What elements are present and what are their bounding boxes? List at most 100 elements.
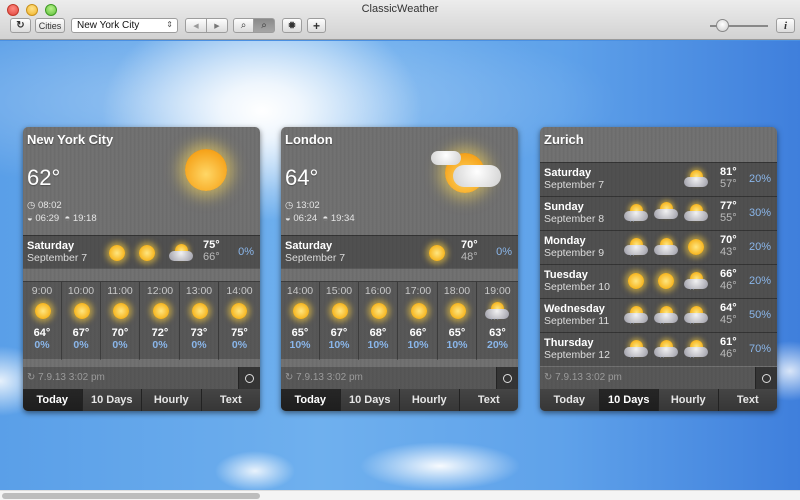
day-date: September 9 bbox=[544, 247, 605, 259]
hour-column: 15:00 67° 10% bbox=[320, 282, 359, 360]
hour-precipitation: 0% bbox=[73, 339, 89, 351]
tab-today[interactable]: Today bbox=[540, 389, 600, 411]
forecast-day-row: Wednesday September 11 '' '' '' 64° 45° 50% bbox=[540, 298, 777, 332]
tab-today[interactable]: Today bbox=[281, 389, 341, 411]
tab-today[interactable]: Today bbox=[23, 389, 83, 411]
circle-icon bbox=[762, 373, 771, 383]
tab-text[interactable]: Text bbox=[718, 389, 777, 411]
hour-precipitation: 0% bbox=[152, 339, 168, 351]
zoom-out-button[interactable]: ⌕ bbox=[253, 18, 275, 33]
day-name: Saturday bbox=[285, 240, 333, 252]
city-select[interactable]: New York City ⇕ bbox=[71, 18, 178, 33]
zoom-out-icon: ⌕ bbox=[261, 20, 267, 31]
day-name: Saturday bbox=[544, 167, 592, 179]
showers-icon: '' bbox=[684, 306, 708, 329]
sunny-icon bbox=[153, 303, 169, 319]
info-button[interactable]: i bbox=[776, 18, 795, 33]
refresh-icon: ↻ bbox=[544, 372, 553, 383]
horizontal-scrollbar[interactable] bbox=[0, 490, 800, 500]
tab-hourly[interactable]: Hourly bbox=[142, 389, 202, 411]
hour-column: 13:00 73° 0% bbox=[180, 282, 219, 360]
day-date: September 11 bbox=[544, 315, 610, 327]
hour-column: 17:00 66° 10% bbox=[399, 282, 438, 360]
tab-10-days[interactable]: 10 Days bbox=[82, 389, 142, 411]
high-temperature: 77° bbox=[720, 200, 737, 212]
hour-precipitation: 10% bbox=[289, 339, 311, 351]
low-temperature: 55° bbox=[720, 212, 737, 224]
current-temperature: 62° bbox=[27, 165, 61, 190]
refresh-button[interactable]: ↻ bbox=[10, 18, 31, 33]
window-title: ClassicWeather bbox=[361, 3, 439, 15]
partly-cloudy-icon bbox=[169, 244, 193, 261]
precipitation-chance: 20% bbox=[748, 173, 771, 185]
hour-temperature: 63° bbox=[489, 327, 506, 339]
tab-text[interactable]: Text bbox=[201, 389, 260, 411]
high-temperature: 81° bbox=[720, 166, 737, 178]
hour-label: 11:00 bbox=[107, 285, 133, 297]
day-name: Thursday bbox=[544, 337, 594, 349]
tab-text[interactable]: Text bbox=[459, 389, 518, 411]
tab-10-days[interactable]: 10 Days bbox=[340, 389, 400, 411]
weather-widget-zurich: Zurich Saturday September 7 81° 57° 20% Sun… bbox=[540, 127, 777, 411]
tab-hourly[interactable]: Hourly bbox=[400, 389, 460, 411]
tab-hourly[interactable]: Hourly bbox=[659, 389, 719, 411]
day-name: Tuesday bbox=[544, 269, 588, 281]
day-date: September 12 bbox=[544, 349, 610, 361]
forward-button[interactable]: ▶ bbox=[206, 18, 228, 33]
select-arrows-icon: ⇕ bbox=[166, 20, 173, 29]
hour-precipitation: 0% bbox=[191, 339, 207, 351]
precipitation-chance: 20% bbox=[748, 241, 771, 253]
hour-temperature: 75° bbox=[231, 327, 248, 339]
sunrise-icon: ◒ bbox=[27, 213, 33, 224]
showers-icon: '' bbox=[624, 306, 648, 329]
partly-cloudy-icon bbox=[654, 238, 678, 255]
hour-column: 9:00 64° 0% bbox=[23, 282, 62, 360]
last-updated-text: ↻ 7.9.13 3:02 pm bbox=[544, 372, 622, 383]
high-temperature: 66° bbox=[720, 268, 737, 280]
widget-options-button[interactable] bbox=[755, 367, 777, 389]
last-updated-text: ↻ 7.9.13 3:02 pm bbox=[285, 372, 363, 383]
scrollbar-thumb[interactable] bbox=[2, 493, 260, 499]
sun-times: ◒ 06:24 ◓ 19:34 bbox=[285, 213, 355, 224]
last-updated-bar: ↻ 7.9.13 3:02 pm bbox=[540, 367, 777, 389]
hour-label: 15:00 bbox=[325, 285, 353, 297]
showers-icon: ''' bbox=[485, 302, 509, 325]
precipitation-chance: 70% bbox=[748, 343, 771, 355]
zoom-in-button[interactable]: ⌕ bbox=[233, 18, 254, 33]
hour-precipitation: 10% bbox=[407, 339, 429, 351]
showers-icon: '' bbox=[684, 340, 708, 363]
hour-label: 13:00 bbox=[185, 285, 213, 297]
back-button[interactable]: ◀ bbox=[185, 18, 207, 33]
hour-label: 9:00 bbox=[31, 285, 53, 297]
showers-icon: '' bbox=[624, 238, 648, 261]
cities-button[interactable]: Cities bbox=[35, 18, 65, 33]
widget-options-button[interactable] bbox=[238, 367, 260, 389]
day-date: September 8 bbox=[544, 213, 605, 225]
hour-column: 12:00 72° 0% bbox=[141, 282, 180, 360]
sunny-icon bbox=[688, 239, 704, 255]
hour-precipitation: 0% bbox=[231, 339, 248, 351]
settings-button[interactable]: ✹ bbox=[282, 18, 302, 33]
day-name: Monday bbox=[544, 235, 586, 247]
hour-column: 11:00 70° 0% bbox=[101, 282, 140, 360]
size-slider-knob[interactable] bbox=[715, 19, 729, 32]
sunny-icon bbox=[658, 273, 674, 289]
hour-precipitation: 10% bbox=[328, 339, 350, 351]
sunny-icon bbox=[293, 303, 309, 319]
hour-label: 12:00 bbox=[146, 285, 174, 297]
plus-icon: + bbox=[312, 18, 320, 33]
day-date: September 7 bbox=[544, 179, 605, 191]
day-name: Wednesday bbox=[544, 303, 605, 315]
day-name: Sunday bbox=[544, 201, 584, 213]
hour-label: 14:00 bbox=[226, 285, 253, 297]
sunny-icon bbox=[429, 245, 445, 261]
widget-options-button[interactable] bbox=[496, 367, 518, 389]
tab-10-days[interactable]: 10 Days bbox=[599, 389, 659, 411]
low-temperature: 48° bbox=[461, 251, 478, 263]
add-city-button[interactable]: + bbox=[307, 18, 326, 33]
city-name: New York City bbox=[27, 132, 114, 147]
high-temperature: 70° bbox=[720, 234, 737, 246]
hour-column: 16:00 68° 10% bbox=[359, 282, 398, 360]
hourly-forecast: 14:00 65° 10% 15:00 67° 10% 16:00 68° 10% 17:0… bbox=[281, 281, 518, 360]
hour-column: 10:00 67° 0% bbox=[62, 282, 101, 360]
